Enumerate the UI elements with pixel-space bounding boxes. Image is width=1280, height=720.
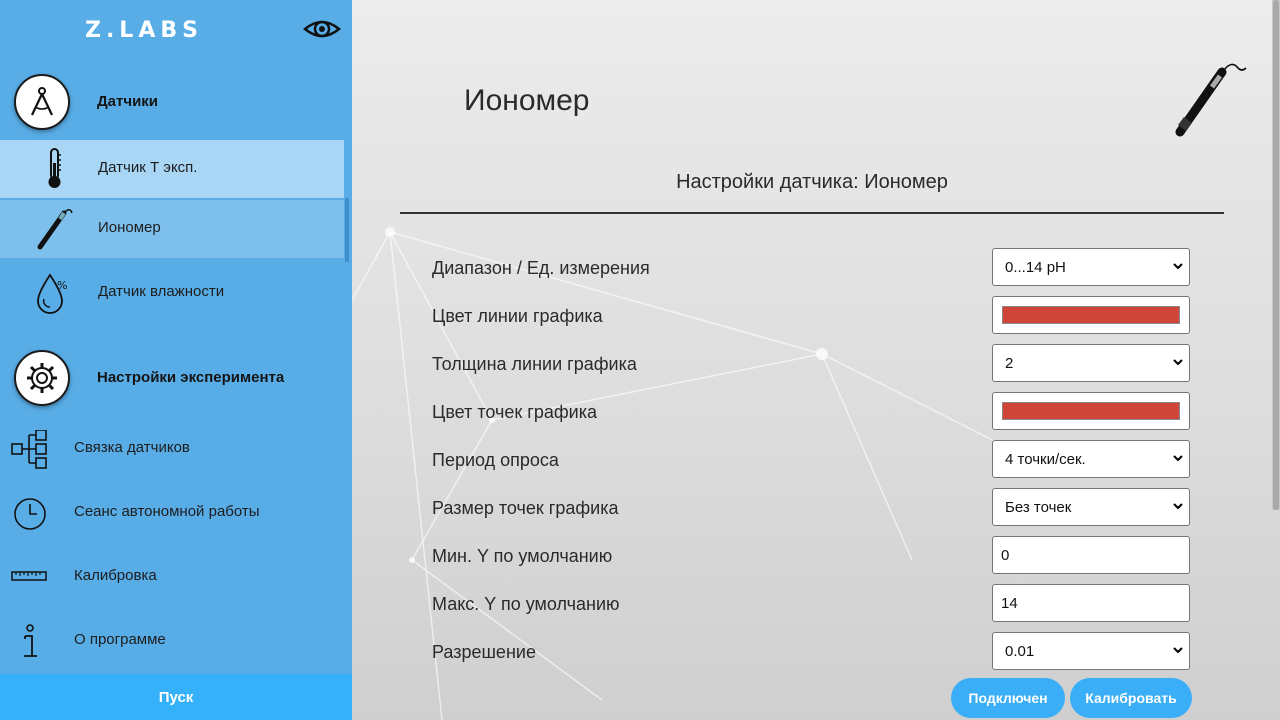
flowchart-icon	[10, 429, 50, 470]
field-point-color: Цвет точек графика	[432, 392, 1192, 432]
sidebar-item-label: Датчик влажности	[98, 283, 225, 300]
select-value: 2	[1005, 354, 1014, 372]
select-value: 4 точки/сек.	[1005, 450, 1086, 468]
divider	[400, 212, 1224, 214]
field-min-y: Мин. Y по умолчанию	[432, 536, 1192, 576]
field-label: Макс. Y по умолчанию	[432, 594, 620, 614]
field-label: Размер точек графика	[432, 498, 619, 518]
ph-probe-icon	[30, 205, 78, 253]
field-label: Период опроса	[432, 450, 559, 470]
field-label: Разрешение	[432, 642, 536, 662]
humidity-drop-icon: %	[30, 269, 78, 317]
sidebar-item-sensor-link[interactable]: Связка датчиков	[0, 420, 352, 478]
color-swatch	[1002, 402, 1180, 420]
sidebar-item-label: Датчик Т эксп.	[98, 159, 198, 176]
eye-icon[interactable]	[302, 13, 342, 45]
sidebar-header: Z.LABS	[0, 0, 352, 62]
point-size-select[interactable]: Без точек	[992, 488, 1190, 526]
point-color-picker[interactable]	[992, 392, 1190, 430]
field-resolution: Разрешение 0.01	[432, 632, 1192, 672]
field-line-color: Цвет линии графика	[432, 296, 1192, 336]
chevron-down-icon	[1173, 647, 1183, 654]
sidebar-item-label: Связка датчиков	[74, 439, 190, 456]
ph-probe-icon	[1168, 60, 1248, 140]
field-label: Мин. Y по умолчанию	[432, 546, 613, 566]
min-y-input[interactable]	[992, 536, 1190, 574]
field-line-thickness: Толщина линии графика 2	[432, 344, 1192, 384]
max-y-input[interactable]	[992, 584, 1190, 622]
field-poll-period: Период опроса 4 точки/сек.	[432, 440, 1192, 480]
poll-period-select[interactable]: 4 точки/сек.	[992, 440, 1190, 478]
field-point-size: Размер точек графика Без точек	[432, 488, 1192, 528]
section-title-experiment: Настройки эксперимента	[97, 369, 285, 386]
ruler-icon	[10, 558, 50, 598]
thermometer-icon	[30, 145, 78, 193]
sidebar-item-calibration[interactable]: Калибровка	[0, 548, 352, 606]
calipers-icon	[14, 74, 70, 130]
sidebar-item-about[interactable]: О программе	[0, 612, 352, 670]
start-button[interactable]: Пуск	[0, 674, 352, 720]
field-label: Толщина линии графика	[432, 354, 637, 374]
calibrate-button[interactable]: Калибровать	[1070, 678, 1192, 718]
color-swatch	[1002, 306, 1180, 324]
sidebar-item-label: Иономер	[98, 219, 161, 236]
chevron-down-icon	[1173, 503, 1183, 510]
main-panel: Иономер Настройки датчика: Иономер Диапа…	[352, 0, 1280, 720]
settings-subtitle: Настройки датчика: Иономер	[676, 171, 948, 193]
field-range: Диапазон / Ед. измерения 0...14 pH	[432, 248, 1192, 288]
gear-icon	[14, 350, 70, 406]
page-title: Иономер	[464, 84, 590, 117]
field-max-y: Макс. Y по умолчанию	[432, 584, 1192, 624]
range-select[interactable]: 0...14 pH	[992, 248, 1190, 286]
select-value: 0...14 pH	[1005, 258, 1066, 276]
line-color-picker[interactable]	[992, 296, 1190, 334]
field-label: Диапазон / Ед. измерения	[432, 258, 650, 278]
svg-text:%: %	[57, 279, 67, 292]
sidebar-item-humidity[interactable]: % Датчик влажности	[0, 264, 344, 322]
field-label: Цвет точек графика	[432, 402, 597, 422]
app-logo: Z.LABS	[85, 18, 203, 43]
sidebar: Z.LABS Датчики Датчик Т эксп. Иономер % …	[0, 0, 352, 720]
resolution-select[interactable]: 0.01	[992, 632, 1190, 670]
sidebar-item-temperature[interactable]: Датчик Т эксп.	[0, 140, 344, 198]
section-title-sensors: Датчики	[97, 93, 159, 110]
chevron-down-icon	[1173, 263, 1183, 270]
connected-button[interactable]: Подключен	[951, 678, 1065, 718]
main-scrollbar-thumb[interactable]	[1273, 0, 1279, 510]
section-experiment-settings: Настройки эксперимента	[0, 350, 352, 412]
select-value: Без точек	[1005, 498, 1072, 516]
chevron-down-icon	[1173, 359, 1183, 366]
field-label: Цвет линии графика	[432, 306, 603, 326]
sidebar-scrollbar[interactable]	[345, 198, 349, 262]
chevron-down-icon	[1173, 455, 1183, 462]
sidebar-item-label: Калибровка	[74, 567, 157, 584]
line-thickness-select[interactable]: 2	[992, 344, 1190, 382]
sidebar-item-label: О программе	[74, 631, 166, 648]
info-icon	[10, 622, 50, 662]
sidebar-item-label: Сеанс автономной работы	[74, 503, 260, 520]
clock-icon	[10, 494, 50, 534]
section-sensors: Датчики	[0, 74, 352, 136]
sidebar-item-autonomous-session[interactable]: Сеанс автономной работы	[0, 484, 352, 542]
select-value: 0.01	[1005, 642, 1035, 660]
sidebar-item-ionomer[interactable]: Иономер	[0, 200, 344, 258]
